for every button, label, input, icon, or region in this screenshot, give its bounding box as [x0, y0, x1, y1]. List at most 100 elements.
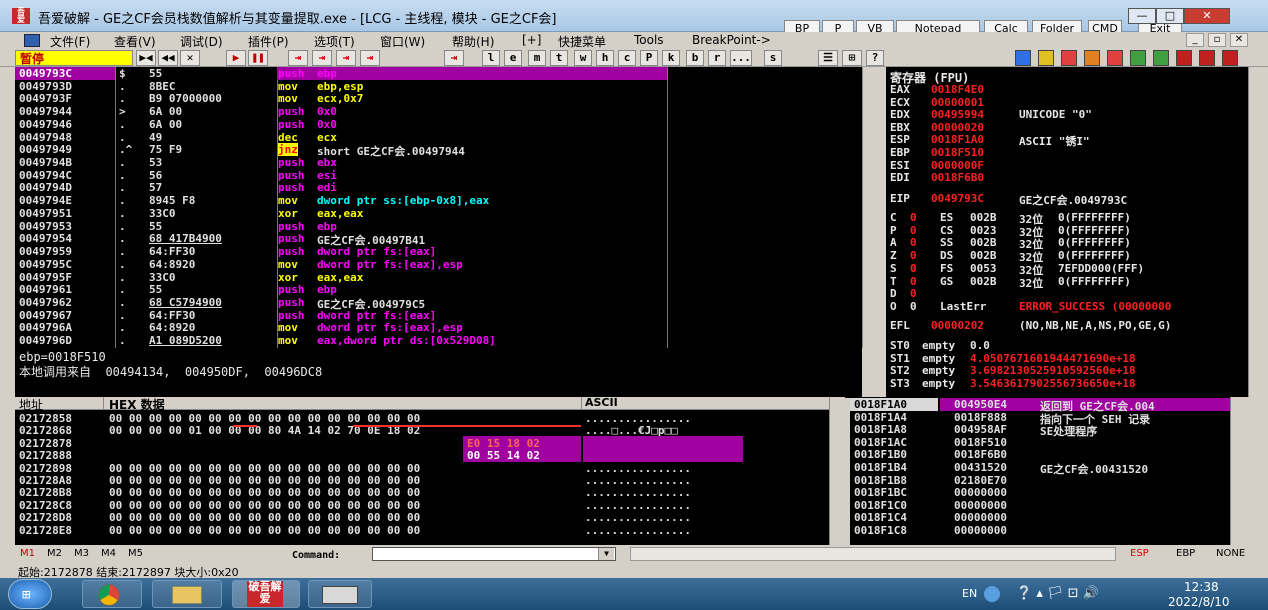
language-indicator[interactable]: EN	[962, 587, 977, 600]
stack-value[interactable]: 00000000	[954, 486, 1007, 499]
disasm-row[interactable]: 00497946. 6A 00 push 0x0	[15, 118, 862, 131]
close-button[interactable]: ✕	[1184, 8, 1230, 24]
toolbar-button-23[interactable]: ☰	[818, 50, 838, 66]
flag-value[interactable]: 0	[910, 275, 917, 288]
toolbar-button-24[interactable]: ⊞	[842, 50, 862, 66]
dump-header-addr[interactable]: 地址	[19, 397, 43, 413]
mdi-control-0[interactable]: _	[1186, 33, 1204, 47]
stack-value[interactable]: 0018F888	[954, 411, 1007, 424]
stack-address[interactable]: 0018F1A0	[854, 398, 907, 411]
disasm-row[interactable]: 0049793C $55 push ebp	[15, 67, 862, 80]
dump-address[interactable]: 021728D8	[19, 511, 72, 524]
dump-hex[interactable]: 00 00 00 00 00 00 00 00 00 00 00 00 00 0…	[109, 412, 420, 425]
toolbar-button-18[interactable]: k	[662, 50, 680, 66]
disasm-row[interactable]: 00497949 .^ 75 F9 jnz short GE之CF会.00497944	[15, 143, 862, 158]
mdi-control-2[interactable]: ✕	[1230, 33, 1248, 47]
toolbar-button-5[interactable]: ⇥	[288, 50, 308, 66]
flag-value[interactable]: 0	[910, 236, 917, 249]
toolbar-button-6[interactable]: ⇥	[312, 50, 332, 66]
plugin-icon-4[interactable]	[1107, 50, 1123, 66]
menu-item-1[interactable]: 查看(V)	[114, 33, 156, 50]
register-value[interactable]: 0018F510	[931, 146, 984, 159]
disasm-row[interactable]: 00497959. 64:FF30 push dword ptr fs:[eax]	[15, 245, 862, 258]
plugin-icon-2[interactable]	[1061, 50, 1077, 66]
dump-ascii[interactable]: ................	[585, 511, 691, 524]
plugin-icon-3[interactable]	[1084, 50, 1100, 66]
dump-header-ascii[interactable]: ASCII	[585, 397, 618, 409]
disasm-row[interactable]: 00497967. 64:FF30 push dword ptr fs:[eax]	[15, 309, 862, 322]
dump-header-hex[interactable]: HEX 数据	[109, 397, 165, 413]
disasm-row[interactable]: 00497954. 68 417B4900 push GE之CF会.00497B41	[15, 232, 862, 247]
stack-address[interactable]: 0018F1C4	[854, 511, 907, 524]
stack-value[interactable]: 004950E4	[954, 398, 1007, 411]
toolbar-button-1[interactable]: ◀◀	[158, 50, 178, 66]
menu-app-icon[interactable]	[24, 34, 40, 47]
disasm-row[interactable]: 00497961. 55 push ebp	[15, 283, 862, 296]
fpu-value[interactable]: 3.6982130525910592560e+18	[970, 364, 1136, 377]
disasm-row[interactable]: 0049793D. 8BEC mov ebp,esp	[15, 80, 862, 93]
register-value[interactable]: 0000000F	[931, 159, 984, 172]
toolbar-button-2[interactable]: ✕	[180, 50, 200, 66]
toolbar-button-19[interactable]: b	[686, 50, 704, 66]
fpu-value[interactable]: 0.0	[970, 339, 990, 352]
stack-mode-ebp[interactable]: EBP	[1176, 548, 1195, 559]
registers-scrollbar[interactable]	[1248, 67, 1250, 397]
flag-value[interactable]: 0	[910, 249, 917, 262]
menu-item-0[interactable]: 文件(F)	[50, 33, 90, 50]
toolbar-button-14[interactable]: w	[574, 50, 592, 66]
dump-ascii[interactable]: ....□...€J□p□□	[585, 424, 678, 437]
stack-address[interactable]: 0018F1AC	[854, 436, 907, 449]
dump-address[interactable]: 021728A8	[19, 474, 72, 487]
stack-value[interactable]: 0018F510	[954, 436, 1007, 449]
toolbar-button-3[interactable]: ▶	[226, 50, 246, 66]
stack-address[interactable]: 0018F1C8	[854, 524, 907, 537]
register-value[interactable]: 00000001	[931, 96, 984, 109]
disasm-row[interactable]: 00497948. 49 dec ecx	[15, 131, 862, 144]
toolbar-button-13[interactable]: t	[550, 50, 568, 66]
ime-icon[interactable]	[984, 586, 1000, 602]
mdi-control-1[interactable]: ▫	[1208, 33, 1226, 47]
disasm-row[interactable]: 0049794E. 8945 F8 mov dword ptr ss:[ebp-0x8…	[15, 194, 862, 207]
dump-hex[interactable]: 00 55 14 02	[467, 449, 540, 462]
menu-item-9[interactable]: Tools	[634, 33, 664, 47]
stack-address[interactable]: 0018F1B4	[854, 461, 907, 474]
menu-item-7[interactable]: [+]	[522, 33, 541, 47]
stack-value[interactable]: 02180E70	[954, 474, 1007, 487]
toolbar-button-9[interactable]: ⇥	[444, 50, 464, 66]
disasm-row[interactable]: 00497944 >6A 00 push 0x0	[15, 105, 862, 118]
stack-address[interactable]: 0018F1B0	[854, 448, 907, 461]
minimize-button[interactable]: —	[1128, 8, 1156, 24]
dump-hex[interactable]: 00 00 00 00 00 00 00 00 00 00 00 00 00 0…	[109, 462, 420, 475]
dump-ascii[interactable]: ................	[585, 474, 691, 487]
dump-ascii[interactable]: ................	[585, 499, 691, 512]
register-value[interactable]: 0018F4E0	[931, 83, 984, 96]
stack-value[interactable]: 00000000	[954, 524, 1007, 537]
toolbar-button-12[interactable]: m	[528, 50, 546, 66]
stack-value[interactable]: 0018F6B0	[954, 448, 1007, 461]
dump-hex[interactable]: 00 00 00 00 00 00 00 00 00 00 00 00 00 0…	[109, 499, 420, 512]
dump-address[interactable]: 021728B8	[19, 486, 72, 499]
toolbar-button-25[interactable]: ?	[866, 50, 884, 66]
title-bar[interactable]: 吾爱 吾爱破解 - GE之CF会员栈数值解析与其变量提取.exe - [LCG …	[0, 0, 1268, 37]
menu-item-3[interactable]: 插件(P)	[248, 33, 289, 50]
plugin-icon-1[interactable]	[1038, 50, 1054, 66]
dump-address[interactable]: 02172868	[19, 424, 72, 437]
memory-tab-m2[interactable]: M2	[47, 548, 62, 559]
menu-item-5[interactable]: 窗口(W)	[380, 33, 425, 50]
memory-tab-m1[interactable]: M1	[20, 548, 35, 559]
stack-mode-esp[interactable]: ESP	[1130, 548, 1149, 559]
toolbar-button-21[interactable]: ...	[730, 50, 752, 66]
disasm-row[interactable]: 00497962. 68 C5794900 push GE之CF会.004979C5	[15, 296, 862, 311]
toolbar-button-10[interactable]: l	[482, 50, 500, 66]
plugin-icon-9[interactable]	[1222, 50, 1238, 66]
memory-tab-m3[interactable]: M3	[74, 548, 89, 559]
menu-item-2[interactable]: 调试(D)	[180, 33, 223, 50]
toolbar-button-16[interactable]: c	[618, 50, 636, 66]
dump-hex[interactable]: 00 00 00 00 00 00 00 00 00 00 00 00 00 0…	[109, 486, 420, 499]
toolbar-button-0[interactable]: ▶◀	[136, 50, 156, 66]
stack-address[interactable]: 0018F1BC	[854, 486, 907, 499]
stack-address[interactable]: 0018F1A4	[854, 411, 907, 424]
stack-value[interactable]: 00000000	[954, 499, 1007, 512]
flag-value[interactable]: 0	[910, 224, 917, 237]
register-value[interactable]: 0018F1A0	[931, 133, 984, 146]
